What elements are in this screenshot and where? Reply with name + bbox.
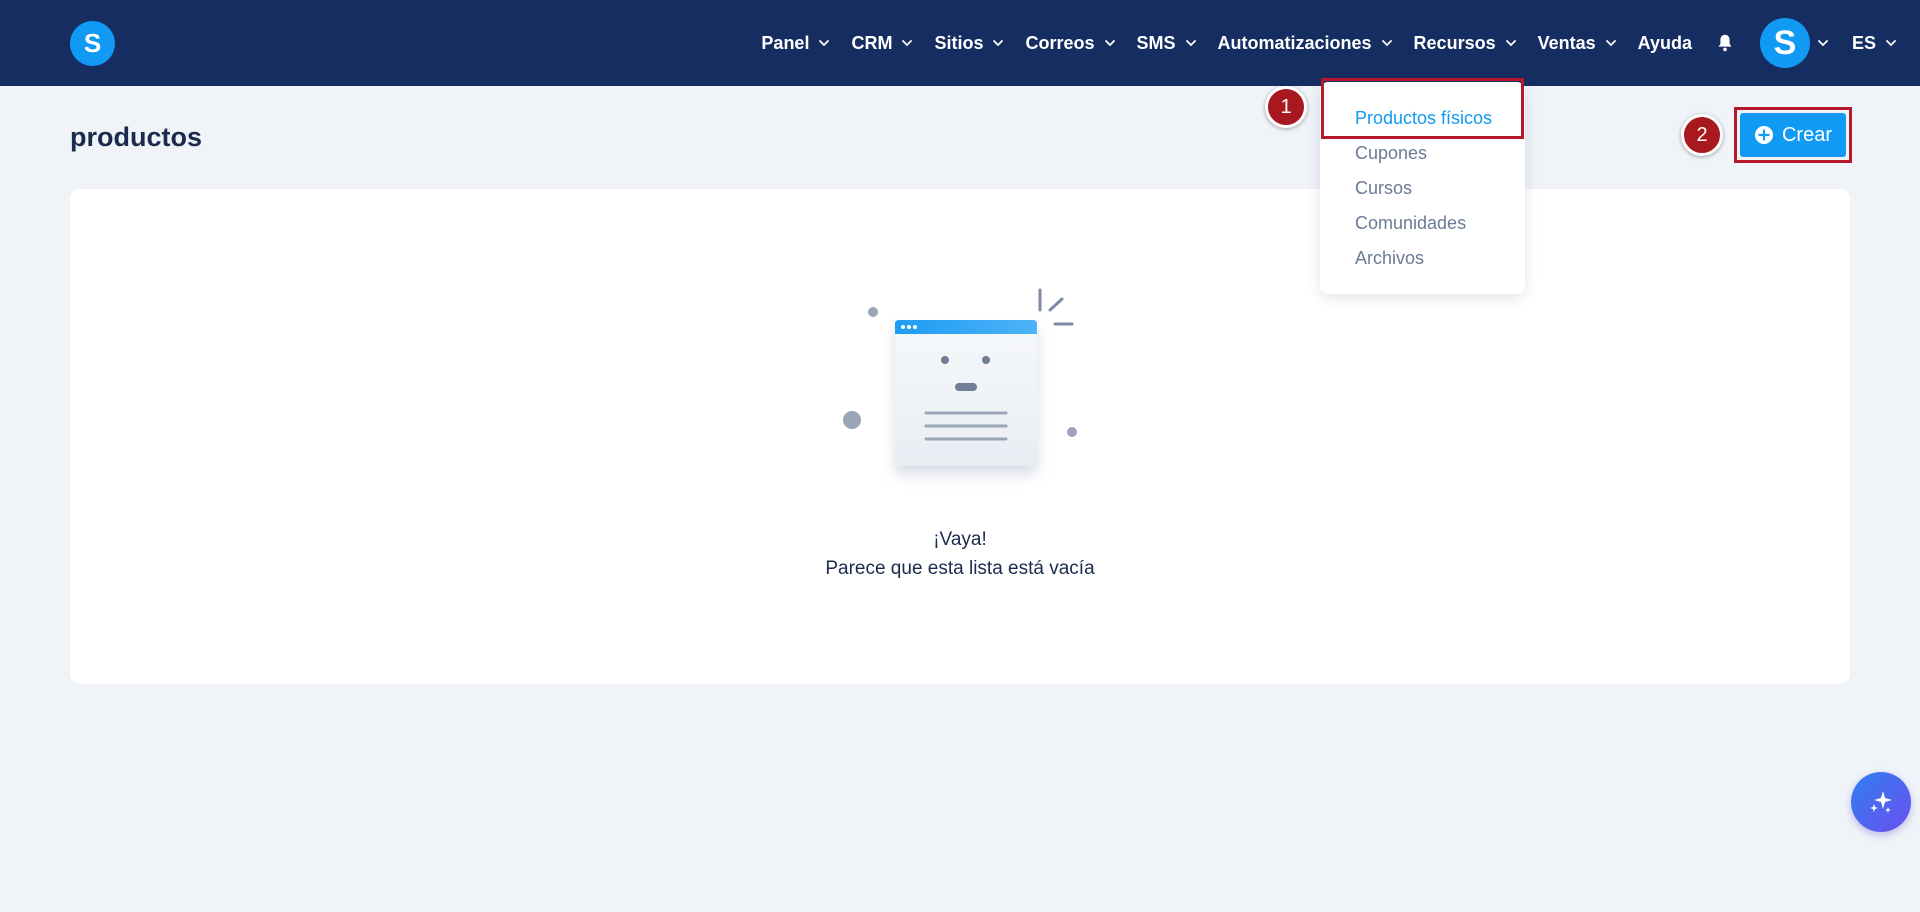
empty-list-illustration xyxy=(843,288,1077,466)
create-button[interactable]: Crear xyxy=(1740,113,1846,157)
chevron-down-icon xyxy=(1104,40,1115,47)
nav-item-label: Ayuda xyxy=(1637,32,1692,53)
brand-logo[interactable]: S xyxy=(70,21,115,66)
nav-item-recursos[interactable]: Recursos xyxy=(1404,0,1528,86)
nav-item-sitios[interactable]: Sitios xyxy=(924,0,1015,86)
chevron-down-icon xyxy=(993,40,1004,47)
sparkle-icon xyxy=(1870,791,1892,813)
dropdown-item-comunidades[interactable]: Comunidades xyxy=(1355,213,1466,234)
step1-highlight-box xyxy=(1321,78,1524,139)
nav-item-label: Correos xyxy=(1025,32,1095,53)
chevron-down-icon xyxy=(1886,40,1896,47)
page-title: productos xyxy=(70,122,202,152)
nav-item-automatizaciones[interactable]: Automatizaciones xyxy=(1208,0,1404,86)
nav-item-label: Panel xyxy=(761,32,810,53)
chevron-down-icon xyxy=(1505,40,1516,47)
main-nav: Panel CRM Sitios Correos SMS Automatizac… xyxy=(751,0,1920,86)
language-selector[interactable]: ES xyxy=(1842,0,1920,86)
chevron-down-icon xyxy=(1381,40,1392,47)
chevron-down-icon xyxy=(1185,40,1196,47)
nav-item-ayuda[interactable]: Ayuda xyxy=(1628,0,1702,86)
create-button-label: Crear xyxy=(1781,123,1832,146)
step2-highlight-box: Crear xyxy=(1734,107,1852,163)
nav-item-correos[interactable]: Correos xyxy=(1015,0,1126,86)
nav-item-label: Recursos xyxy=(1413,32,1496,53)
nav-item-panel[interactable]: Panel xyxy=(751,0,841,86)
dropdown-item-cupones[interactable]: Cupones xyxy=(1355,143,1427,164)
nav-item-label: CRM xyxy=(851,32,893,53)
nav-item-sms[interactable]: SMS xyxy=(1127,0,1208,86)
ai-assistant-button[interactable] xyxy=(1851,772,1911,832)
dropdown-item-cursos[interactable]: Cursos xyxy=(1355,178,1412,199)
nav-item-label: Automatizaciones xyxy=(1217,32,1372,53)
chevron-down-icon[interactable] xyxy=(1816,36,1830,50)
nav-item-crm[interactable]: CRM xyxy=(841,0,924,86)
nav-item-ventas[interactable]: Ventas xyxy=(1528,0,1628,86)
step2-badge: 2 xyxy=(1681,114,1723,156)
nav-item-label: Ventas xyxy=(1537,32,1596,53)
empty-state-subtitle: Parece que esta lista está vacía xyxy=(825,558,1095,579)
plus-circle-icon xyxy=(1754,126,1773,144)
bell-icon[interactable] xyxy=(1714,32,1736,54)
language-label: ES xyxy=(1851,32,1876,53)
chevron-down-icon xyxy=(1605,40,1616,47)
step1-badge: 1 xyxy=(1265,86,1307,128)
dropdown-item-archivos[interactable]: Archivos xyxy=(1355,248,1424,269)
empty-state-title: ¡Vaya! xyxy=(933,529,987,550)
user-avatar[interactable]: S xyxy=(1759,18,1810,68)
top-navbar: S Panel CRM Sitios Correos SMS Automatiz… xyxy=(0,0,1920,86)
chevron-down-icon xyxy=(819,40,830,47)
nav-item-label: Sitios xyxy=(934,32,984,53)
chevron-down-icon xyxy=(902,40,913,47)
nav-item-label: SMS xyxy=(1136,32,1176,53)
